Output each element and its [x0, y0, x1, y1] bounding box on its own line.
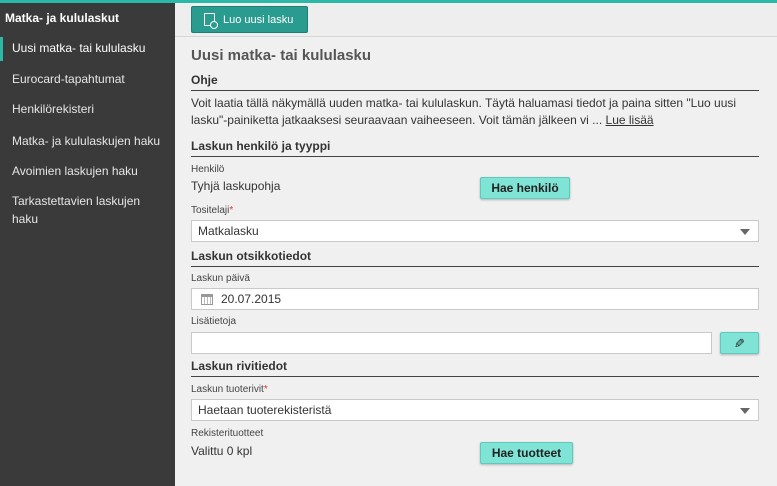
create-invoice-button[interactable]: Luo uusi lasku: [191, 6, 309, 33]
date-value: 20.07.2015: [221, 292, 282, 306]
required-marker: *: [263, 384, 268, 395]
help-text-body: Voit laatia tällä näkymällä uuden matka-…: [191, 96, 737, 127]
toolbar: Luo uusi lasku: [175, 3, 777, 37]
person-section-heading: Laskun henkilö ja tyyppi: [191, 139, 759, 157]
find-products-button[interactable]: Hae tuotteet: [480, 442, 573, 464]
sidebar-item-review-invoices[interactable]: Tarkastettavien laskujen haku: [0, 192, 160, 228]
date-label: Laskun päivä: [191, 273, 250, 284]
read-more-link[interactable]: Lue lisää: [606, 113, 654, 127]
registry-products-value: Valittu 0 kpl: [191, 444, 253, 458]
product-rows-label-text: Laskun tuoterivit: [191, 384, 264, 395]
chevron-down-icon: [740, 229, 750, 235]
person-label: Henkilö: [191, 164, 225, 175]
sidebar-item-person-registry[interactable]: Henkilörekisteri: [0, 100, 175, 118]
product-rows-value: Haetaan tuoterekisteristä: [198, 403, 332, 417]
required-marker: *: [229, 205, 234, 216]
voucher-type-select[interactable]: Matkalasku: [191, 220, 759, 242]
edit-extra-info-button[interactable]: ✎: [720, 332, 759, 354]
page-title: Uusi matka- tai kululasku: [191, 47, 372, 64]
sidebar-title: Matka- ja kululaskut: [5, 11, 120, 25]
new-document-icon: [204, 13, 218, 29]
find-person-button[interactable]: Hae henkilö: [480, 177, 570, 199]
sidebar-item-invoice-search[interactable]: Matka- ja kululaskujen haku: [0, 132, 175, 150]
extra-info-label: Lisätietoja: [191, 316, 237, 327]
calendar-icon[interactable]: [201, 293, 213, 305]
main-content: Luo uusi lasku Uusi matka- tai kululasku…: [175, 3, 777, 486]
help-text: Voit laatia tällä näkymällä uuden matka-…: [191, 95, 761, 129]
sidebar: Matka- ja kululaskut Uusi matka- tai kul…: [0, 3, 175, 486]
voucher-type-label: Tositelaji*: [191, 205, 233, 216]
rows-section-heading: Laskun rivitiedot: [191, 359, 759, 377]
sidebar-item-new-invoice[interactable]: Uusi matka- tai kululasku: [0, 37, 175, 61]
voucher-type-value: Matkalasku: [198, 224, 259, 238]
voucher-type-label-text: Tositelaji: [191, 205, 230, 216]
chevron-down-icon: [740, 408, 750, 414]
create-invoice-label: Luo uusi lasku: [223, 13, 294, 26]
date-field[interactable]: 20.07.2015: [191, 288, 759, 310]
sidebar-item-open-invoices[interactable]: Avoimien laskujen haku: [0, 162, 175, 180]
help-heading: Ohje: [191, 73, 759, 91]
sidebar-item-eurocard[interactable]: Eurocard-tapahtumat: [0, 70, 175, 88]
pencil-icon: ✎: [734, 335, 745, 351]
product-rows-label: Laskun tuoterivit*: [191, 384, 268, 395]
product-rows-select[interactable]: Haetaan tuoterekisteristä: [191, 399, 759, 421]
header-section-heading: Laskun otsikkotiedot: [191, 249, 759, 267]
person-value: Tyhjä laskupohja: [191, 179, 281, 193]
extra-info-field[interactable]: [191, 332, 712, 354]
registry-products-label: Rekisterituotteet: [191, 428, 264, 439]
